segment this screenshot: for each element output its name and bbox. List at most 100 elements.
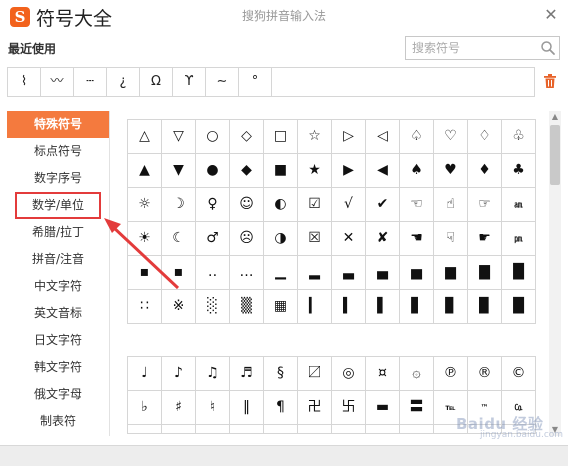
symbol-cell[interactable]: ㏂	[502, 188, 536, 222]
symbol-cell[interactable]: ◑	[264, 222, 298, 256]
recent-symbol[interactable]: 〰	[41, 68, 74, 96]
symbol-cell[interactable]: ▒	[230, 290, 264, 324]
search-icon[interactable]	[540, 40, 556, 56]
symbol-cell[interactable]: ‖	[230, 391, 264, 425]
symbol-cell[interactable]: ♦	[468, 154, 502, 188]
symbol-cell[interactable]: ♀	[196, 188, 230, 222]
search-input[interactable]	[406, 37, 536, 59]
scrollbar-thumb[interactable]	[550, 125, 560, 185]
symbol-cell[interactable]: ♯	[162, 391, 196, 425]
symbol-cell[interactable]: ☚	[400, 222, 434, 256]
sidebar-item-english-phonetics[interactable]: 英文音标	[7, 300, 109, 327]
symbol-cell[interactable]: ▅	[400, 256, 434, 290]
symbol-cell[interactable]: □	[264, 120, 298, 154]
symbol-cell[interactable]: ◆	[230, 154, 264, 188]
symbol-cell[interactable]: ▆	[434, 256, 468, 290]
symbol-cell[interactable]: ▎	[298, 290, 332, 324]
symbol-cell[interactable]: ©	[502, 357, 536, 391]
symbol-cell[interactable]: ■	[264, 154, 298, 188]
symbol-cell[interactable]: ▄	[366, 256, 400, 290]
symbol-cell[interactable]: █	[502, 290, 536, 324]
symbol-cell[interactable]: █	[502, 256, 536, 290]
symbol-cell[interactable]: ®	[468, 357, 502, 391]
symbol-cell[interactable]: ✕	[332, 222, 366, 256]
symbol-cell[interactable]: ∷	[128, 290, 162, 324]
sidebar-item-greek-latin[interactable]: 希腊/拉丁	[7, 219, 109, 246]
symbol-cell[interactable]: ☆	[298, 120, 332, 154]
symbol-cell[interactable]: ☞	[468, 188, 502, 222]
symbol-cell[interactable]: ▍	[332, 290, 366, 324]
symbol-cell[interactable]: ◁	[366, 120, 400, 154]
close-icon[interactable]: ✕	[540, 4, 562, 26]
symbol-cell[interactable]: ▁	[264, 256, 298, 290]
symbol-cell[interactable]: ▪	[128, 256, 162, 290]
symbol-cell[interactable]: ♩	[128, 357, 162, 391]
sidebar-item-japanese-chars[interactable]: 日文字符	[7, 327, 109, 354]
sidebar-item-special-symbols[interactable]: 特殊符号	[7, 111, 109, 138]
symbol-cell[interactable]: ☺	[230, 188, 264, 222]
symbol-cell[interactable]: ▽	[162, 120, 196, 154]
symbol-cell[interactable]: ▲	[128, 154, 162, 188]
symbol-cell[interactable]: ★	[298, 154, 332, 188]
scroll-up-icon[interactable]: ▲	[549, 111, 561, 123]
symbol-cell[interactable]: ※	[162, 290, 196, 324]
symbol-cell[interactable]: ☝	[434, 188, 468, 222]
sidebar-item-box-drawing[interactable]: 制表符	[7, 408, 109, 435]
symbol-cell[interactable]: ♮	[196, 391, 230, 425]
symbol-cell[interactable]: ▉	[468, 290, 502, 324]
recent-symbol[interactable]: ┄	[74, 68, 107, 96]
symbol-cell[interactable]: ♂	[196, 222, 230, 256]
symbol-cell[interactable]: ♫	[196, 357, 230, 391]
symbol-cell[interactable]: ♪	[162, 357, 196, 391]
symbol-cell[interactable]: ○	[196, 120, 230, 154]
symbol-cell[interactable]: ▌	[366, 290, 400, 324]
symbol-cell[interactable]: ◐	[264, 188, 298, 222]
symbol-cell[interactable]: ♢	[468, 120, 502, 154]
recent-symbol[interactable]: Ω	[140, 68, 173, 96]
sidebar-item-russian-letters[interactable]: 俄文字母	[7, 381, 109, 408]
trash-icon[interactable]	[543, 73, 557, 89]
symbol-cell[interactable]: ♧	[502, 120, 536, 154]
symbol-cell[interactable]: ☜	[400, 188, 434, 222]
symbol-cell[interactable]: ♣	[502, 154, 536, 188]
symbol-cell[interactable]: ▇	[468, 256, 502, 290]
symbol-cell[interactable]: ¤	[366, 357, 400, 391]
symbol-cell[interactable]: ░	[196, 290, 230, 324]
symbol-cell[interactable]: ☀	[128, 222, 162, 256]
symbol-cell[interactable]: ☹	[230, 222, 264, 256]
recent-symbol[interactable]: ∼	[206, 68, 239, 96]
recent-symbol[interactable]: °	[239, 68, 272, 96]
symbol-cell[interactable]: ◇	[230, 120, 264, 154]
symbol-cell[interactable]: ▃	[332, 256, 366, 290]
sidebar-item-numbering[interactable]: 数字序号	[7, 165, 109, 192]
symbol-cell[interactable]: ▷	[332, 120, 366, 154]
sidebar-item-chinese-chars[interactable]: 中文字符	[7, 273, 109, 300]
symbol-cell[interactable]: ◀	[366, 154, 400, 188]
symbol-cell[interactable]: ♤	[400, 120, 434, 154]
symbol-cell[interactable]: ☽	[162, 188, 196, 222]
symbol-cell[interactable]: 〼	[298, 357, 332, 391]
symbol-cell[interactable]: ㏘	[502, 222, 536, 256]
symbol-cell[interactable]: ◎	[332, 357, 366, 391]
symbol-cell[interactable]: √	[332, 188, 366, 222]
symbol-cell[interactable]: …	[230, 256, 264, 290]
sidebar-item-punctuation[interactable]: 标点符号	[7, 138, 109, 165]
recent-symbol[interactable]: ⌇	[8, 68, 41, 96]
symbol-cell[interactable]: ▂	[298, 256, 332, 290]
symbol-cell[interactable]: ✔	[366, 188, 400, 222]
recent-symbol[interactable]: ¿	[107, 68, 140, 96]
symbol-cell[interactable]: ▊	[434, 290, 468, 324]
symbol-cell[interactable]: ۞	[400, 357, 434, 391]
symbol-cell[interactable]: ▶	[332, 154, 366, 188]
symbol-cell[interactable]: ♥	[434, 154, 468, 188]
symbol-cell[interactable]: ‥	[196, 256, 230, 290]
symbol-cell[interactable]: §	[264, 357, 298, 391]
symbol-cell[interactable]: ☟	[434, 222, 468, 256]
symbol-cell[interactable]: ♭	[128, 391, 162, 425]
symbol-cell[interactable]: 卍	[298, 391, 332, 425]
symbol-cell[interactable]: ♬	[230, 357, 264, 391]
symbol-cell[interactable]: ☒	[298, 222, 332, 256]
symbol-cell[interactable]: △	[128, 120, 162, 154]
symbol-cell[interactable]: ℗	[434, 357, 468, 391]
symbol-cell[interactable]: ♡	[434, 120, 468, 154]
